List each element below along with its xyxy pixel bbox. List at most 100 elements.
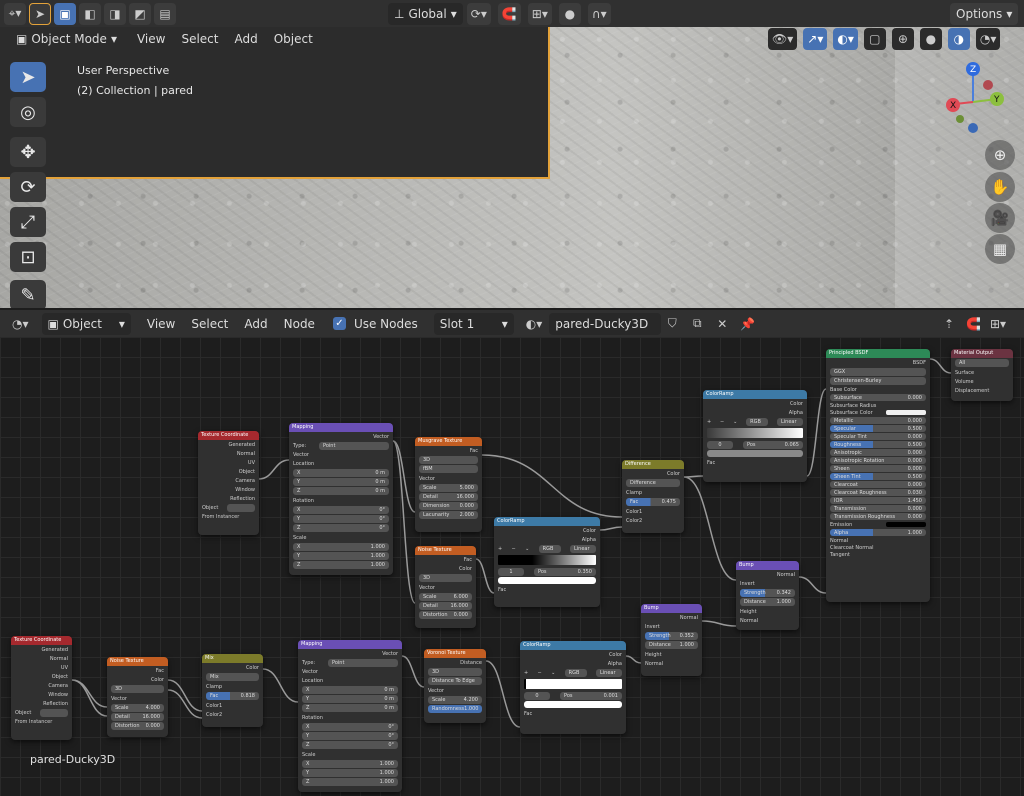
bsdf-input-subsurface[interactable]: Subsurface 0.000 bbox=[830, 394, 926, 401]
unlink-material-icon[interactable]: ✕ bbox=[711, 313, 733, 335]
zoom-icon[interactable]: ⊕ bbox=[985, 140, 1015, 170]
parent-node-tree-icon[interactable]: ⇡ bbox=[938, 313, 960, 335]
bsdf-input-anisotropic-rotation[interactable]: Anisotropic Rotation 0.000 bbox=[830, 457, 926, 464]
material-slot-dropdown[interactable]: Slot 1 ▾ bbox=[433, 312, 514, 335]
rotation-z[interactable]: Z 0° bbox=[302, 741, 398, 749]
ramp-stop-color[interactable] bbox=[498, 577, 596, 584]
tool-move[interactable]: ✥ bbox=[10, 137, 46, 167]
ramp-stop-position[interactable]: 0.001 bbox=[604, 693, 618, 699]
bsdf-input-transmission-roughness[interactable]: Transmission Roughness 0.000 bbox=[830, 513, 926, 520]
node-editor-canvas[interactable]: Texture Coordinate Generated Normal UV O… bbox=[0, 337, 1024, 796]
node-link[interactable] bbox=[798, 576, 827, 594]
node-snap-target-icon[interactable]: ⊞▾ bbox=[986, 313, 1010, 335]
node-mix[interactable]: Mix Color Mix Clamp Fac 0.818 Color1 Colo… bbox=[202, 654, 263, 727]
location-z[interactable]: Z0 m bbox=[302, 704, 398, 712]
bsdf-input-specular[interactable]: Specular 0.500 bbox=[830, 425, 926, 432]
node-link[interactable] bbox=[71, 679, 108, 717]
pivot-point-icon[interactable]: ⟳▾ bbox=[466, 3, 491, 25]
target-dropdown[interactable]: All bbox=[955, 359, 1009, 367]
node-texture-coordinate-2[interactable]: Texture Coordinate Generated Normal UV O… bbox=[11, 636, 72, 740]
node-link[interactable] bbox=[806, 388, 827, 477]
tool-rotate[interactable]: ⟳ bbox=[10, 172, 46, 202]
node-material-output[interactable]: Material Output All Surface Volume Displ… bbox=[951, 349, 1013, 401]
ramp-menu-icon[interactable]: ⌄ bbox=[733, 419, 737, 425]
bsdf-input-subsurface-radius[interactable]: Subsurface Radius bbox=[826, 402, 930, 409]
bsdf-input-metallic[interactable]: Metallic 0.000 bbox=[830, 417, 926, 424]
rotation-x[interactable]: X 0° bbox=[293, 506, 389, 514]
ramp-add-icon[interactable]: + bbox=[498, 546, 502, 552]
ramp-add-icon[interactable]: + bbox=[707, 419, 711, 425]
ramp-gradient[interactable] bbox=[498, 555, 596, 565]
dimensions-dropdown[interactable]: 3D bbox=[419, 574, 472, 582]
select-mode-invert-icon[interactable]: ◩ bbox=[129, 2, 151, 25]
bsdf-input-sheen[interactable]: Sheen 0.000 bbox=[830, 465, 926, 472]
node-bump-2[interactable]: Bump Normal Invert Strength 0.352 Distanc… bbox=[641, 604, 702, 676]
node-noise-texture-1[interactable]: Noise Texture Fac Color 3D Vector Scale 6… bbox=[415, 546, 476, 628]
clamp-checkbox[interactable]: Clamp bbox=[622, 488, 684, 497]
scale-z[interactable]: Z 1.000 bbox=[293, 561, 389, 569]
ramp-stop-color[interactable] bbox=[524, 701, 622, 708]
location-z[interactable]: Z0 m bbox=[293, 487, 389, 495]
gizmo-toggle-icon[interactable]: ↗▾ bbox=[803, 28, 828, 50]
field-detail[interactable]: Detail 16.000 bbox=[419, 493, 478, 501]
ramp-color-mode[interactable]: RGB bbox=[746, 417, 769, 426]
invert-checkbox[interactable]: Invert bbox=[736, 579, 799, 588]
ramp-gradient[interactable] bbox=[524, 679, 622, 689]
blend-type-dropdown[interactable]: Mix bbox=[206, 673, 259, 681]
field-dimension[interactable]: Dimension 0.000 bbox=[419, 502, 478, 510]
field-distance[interactable]: Distance 1.000 bbox=[645, 641, 698, 649]
from-instancer-checkbox[interactable]: From Instancer bbox=[198, 512, 259, 521]
bsdf-input-sheen-tint[interactable]: Sheen Tint 0.500 bbox=[830, 473, 926, 480]
blend-type-dropdown[interactable]: Difference bbox=[626, 479, 680, 487]
field-lacunarity[interactable]: Lacunarity 2.000 bbox=[419, 511, 478, 519]
bsdf-input-tangent[interactable]: Tangent bbox=[826, 551, 930, 558]
scale-x[interactable]: X 1.000 bbox=[302, 760, 398, 768]
duplicate-material-icon[interactable]: ⧉ bbox=[686, 313, 708, 335]
object-picker[interactable] bbox=[40, 708, 68, 717]
node-snap-icon[interactable]: 🧲 bbox=[962, 313, 985, 335]
node-link[interactable] bbox=[599, 526, 623, 531]
node-menu-add[interactable]: Add bbox=[236, 317, 275, 331]
ramp-stop-index[interactable]: 0 bbox=[707, 440, 733, 449]
field-distortion[interactable]: Distortion 0.000 bbox=[419, 611, 472, 619]
shader-type-dropdown[interactable]: ▣ Object ▾ bbox=[41, 312, 131, 335]
scale-z[interactable]: Z 1.000 bbox=[302, 778, 398, 786]
perspective-grid-icon[interactable]: ▦ bbox=[985, 234, 1015, 264]
ramp-interpolation[interactable]: Linear bbox=[595, 668, 622, 677]
object-mode-dropdown[interactable]: ▣ Object Mode ▾ bbox=[10, 28, 123, 50]
ramp-color-mode[interactable]: RGB bbox=[564, 668, 587, 677]
material-browse-icon[interactable]: ◐▾ bbox=[522, 313, 547, 335]
snap-target-icon[interactable]: ⊞▾ bbox=[527, 3, 552, 25]
tool-scale[interactable]: ⤢ bbox=[10, 207, 46, 237]
node-texture-coordinate-1[interactable]: Texture Coordinate Generated Normal UV O… bbox=[198, 431, 259, 535]
dimensions-dropdown[interactable]: 3D bbox=[419, 456, 478, 464]
node-link[interactable] bbox=[167, 679, 203, 712]
ramp-remove-icon[interactable]: − bbox=[720, 419, 724, 425]
scale-y[interactable]: Y 1.000 bbox=[293, 552, 389, 560]
ramp-add-icon[interactable]: + bbox=[524, 670, 528, 676]
distribution-dropdown[interactable]: GGX bbox=[830, 368, 926, 376]
node-noise-texture-2[interactable]: Noise Texture Fac Color 3D Vector Scale 4… bbox=[107, 657, 168, 737]
field-distortion[interactable]: Distortion 0.000 bbox=[111, 722, 164, 730]
rotation-z[interactable]: Z 0° bbox=[293, 524, 389, 532]
node-link[interactable] bbox=[392, 440, 416, 513]
ramp-menu-icon[interactable]: ⌄ bbox=[551, 670, 555, 676]
node-voronoi-texture[interactable]: Voronoi Texture Distance 3D Distance To … bbox=[424, 649, 486, 723]
ramp-menu-icon[interactable]: ⌄ bbox=[525, 546, 529, 552]
use-nodes-checkbox[interactable]: ✓ bbox=[332, 317, 346, 330]
tool-annotate[interactable]: ✎ bbox=[10, 280, 46, 308]
field-scale[interactable]: Scale 4.000 bbox=[111, 704, 164, 712]
tool-cursor[interactable]: ◎ bbox=[10, 97, 46, 127]
location-x[interactable]: X0 m bbox=[302, 686, 398, 694]
ramp-interpolation[interactable]: Linear bbox=[776, 417, 803, 426]
node-link[interactable] bbox=[401, 655, 425, 688]
snap-icon[interactable]: 🧲 bbox=[497, 3, 521, 25]
shading-wireframe-icon[interactable]: ⊕ bbox=[891, 28, 914, 50]
node-musgrave-texture[interactable]: Musgrave Texture Fac 3D fBM Vector Scale… bbox=[415, 437, 482, 532]
bsdf-input-clearcoat-roughness[interactable]: Clearcoat Roughness 0.030 bbox=[830, 489, 926, 496]
node-link[interactable] bbox=[485, 660, 521, 728]
node-difference-mix[interactable]: Difference Color Difference Clamp Fac 0.4… bbox=[622, 460, 684, 533]
bsdf-input-alpha[interactable]: Alpha 1.000 bbox=[830, 529, 926, 536]
node-link[interactable] bbox=[475, 558, 495, 594]
menu-add[interactable]: Add bbox=[226, 32, 265, 46]
